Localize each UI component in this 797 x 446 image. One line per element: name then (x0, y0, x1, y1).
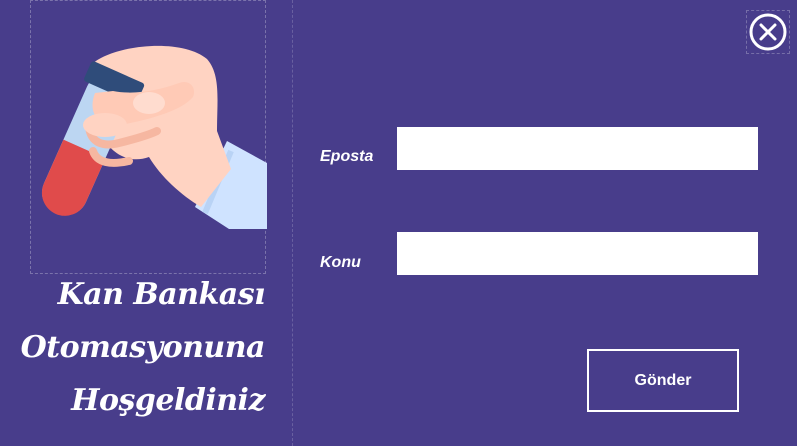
welcome-line-3: Hoşgeldiniz (71, 383, 265, 418)
welcome-line-1: Kan Bankası (57, 277, 266, 312)
subject-label: Konu (320, 254, 361, 271)
send-button[interactable]: Gönder (587, 349, 739, 412)
email-label: Eposta (320, 148, 374, 165)
welcome-text: Kan Bankası Otomasyonuna Hoşgeldiniz (20, 268, 266, 427)
left-panel: Kan Bankası Otomasyonuna Hoşgeldiniz (0, 0, 293, 446)
subject-field[interactable] (397, 232, 758, 275)
close-button[interactable] (746, 10, 790, 54)
illustration (30, 0, 267, 274)
welcome-line-2: Otomasyonuna (20, 330, 266, 365)
close-icon (749, 13, 787, 51)
email-field[interactable] (397, 127, 758, 170)
blood-test-tube-hand-icon (41, 45, 267, 229)
